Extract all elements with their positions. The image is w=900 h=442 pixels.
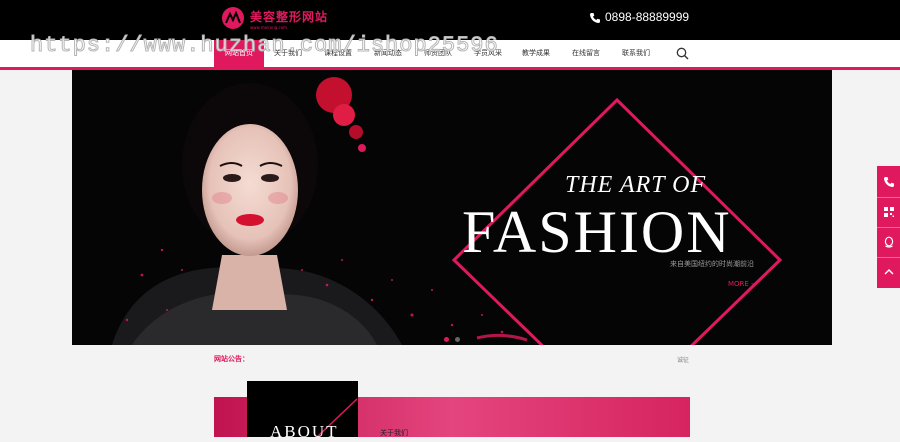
banner-more-link[interactable]: MORE →	[728, 280, 757, 288]
notice-text[interactable]: 诚征	[677, 355, 689, 364]
nav-item-message[interactable]: 在线留言	[572, 40, 600, 67]
nav-item-results[interactable]: 教学成果	[522, 40, 550, 67]
slider-dot[interactable]	[455, 337, 460, 342]
notice-label: 网站公告：	[214, 355, 249, 363]
phone-number: 0898-88889999	[605, 10, 690, 24]
side-phone-button[interactable]	[877, 168, 900, 198]
back-to-top-icon	[884, 269, 894, 275]
watermark-text: https://www.huzhan.com/ishop25596	[30, 33, 499, 59]
banner-title-line1: THE ART OF	[565, 172, 707, 198]
phone-icon	[884, 177, 894, 187]
banner-title-line2: FASHION	[462, 199, 732, 265]
search-icon[interactable]	[676, 47, 689, 60]
banner-subtitle: 来自美国纽约的时尚潮前沿	[670, 260, 754, 268]
qrcode-icon	[884, 207, 894, 217]
side-qq-button[interactable]	[877, 228, 900, 258]
nav-item-contact[interactable]: 联系我们	[622, 40, 650, 67]
phone-icon	[590, 13, 600, 23]
hero-banner[interactable]: THE ART OF FASHION 来自美国纽约的时尚潮前沿 MORE →	[72, 70, 832, 345]
about-title-en: ABOUT	[270, 422, 339, 441]
logo-icon[interactable]	[222, 7, 244, 29]
qq-icon	[884, 236, 894, 248]
logo-subtext: www.meirong.com	[250, 25, 288, 30]
side-qrcode-button[interactable]	[877, 198, 900, 228]
logo-text[interactable]: 美容整形网站	[250, 8, 328, 25]
slider-dot-active[interactable]	[444, 337, 449, 342]
floating-toolbar	[877, 166, 900, 288]
side-top-button[interactable]	[877, 258, 900, 287]
